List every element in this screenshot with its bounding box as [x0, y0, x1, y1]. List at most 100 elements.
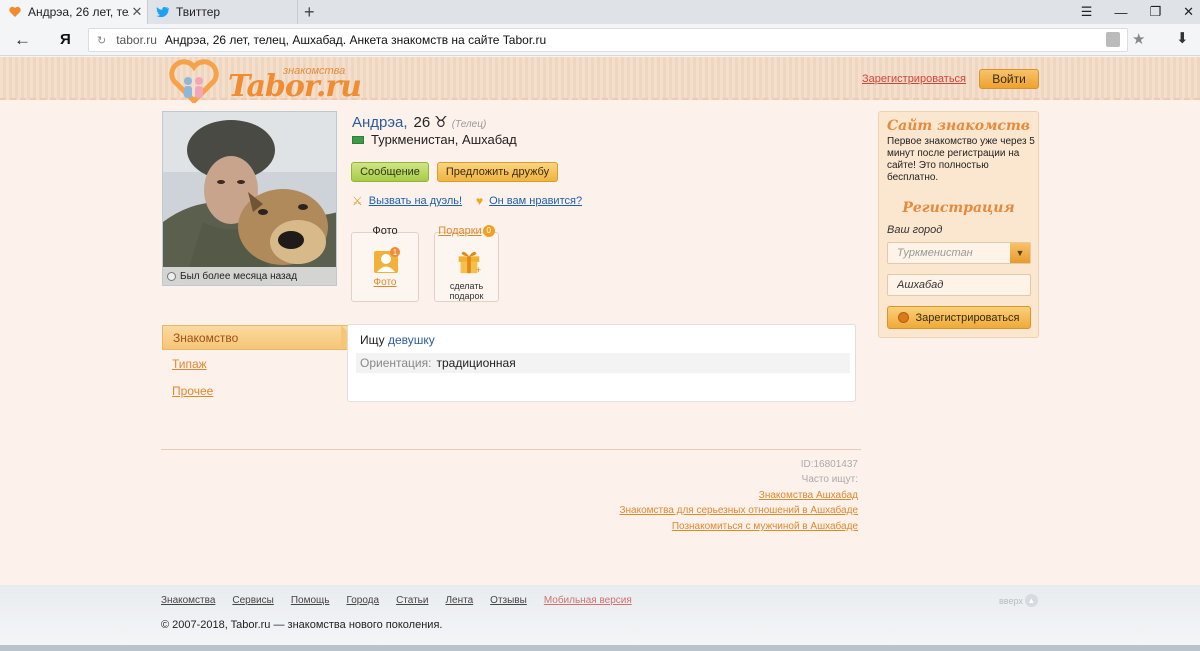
gifts-count-badge: 0 [482, 225, 495, 237]
offer-friendship-button[interactable]: Предложить дружбу [437, 162, 558, 182]
close-tab-icon[interactable]: ✕ [129, 4, 145, 20]
photos-box-header: Фото [352, 225, 418, 237]
seo-link-serious-relations[interactable]: Знакомства для серьезных отношений в Ашх… [619, 505, 858, 516]
reload-icon[interactable]: ↻ [97, 34, 106, 47]
content-divider [161, 449, 861, 450]
profile-age: 26 [413, 114, 431, 131]
login-button[interactable]: Войти [979, 69, 1039, 89]
sidebar-register-button[interactable]: Зарегистрироваться [887, 306, 1031, 329]
footer-link-articles[interactable]: Статьи [396, 595, 428, 606]
download-icon[interactable]: ⬇ [1176, 29, 1189, 47]
last-seen-status: Был более месяца назад [163, 267, 336, 285]
country-select[interactable]: Туркменистан ▼ [887, 242, 1031, 264]
turkmenistan-flag-icon [352, 135, 364, 144]
twitter-bird-icon [156, 5, 170, 19]
site-logo[interactable]: знакомства Tabor.ru [166, 57, 362, 104]
gifts-box[interactable]: Подарки 0 + сделать подарок [434, 225, 499, 302]
profile-name: Андрэа, [352, 114, 408, 131]
tab-acquaintance[interactable]: Знакомство [162, 325, 348, 350]
tab-other[interactable]: Прочее [162, 378, 348, 403]
tabor-heart-icon [8, 5, 22, 19]
register-dot-icon [898, 312, 910, 323]
seo-link-meet-man[interactable]: Познакомиться с мужчиной в Ашхабаде [672, 521, 858, 532]
location-text: Туркменистан, Ашхабад [371, 132, 517, 147]
svg-text:+: + [476, 265, 481, 275]
chevron-down-icon[interactable]: ▼ [1010, 243, 1030, 263]
message-button[interactable]: Сообщение [351, 162, 429, 182]
url-field[interactable]: ↻ tabor.ru Андрэа, 26 лет, телец, Ашхаба… [88, 28, 1128, 52]
tab-content-panel: Ищу девушку Ориентация: традиционная [347, 324, 856, 402]
close-window-icon[interactable]: ✕ [1183, 4, 1194, 20]
browser-tab-bar: Андрэа, 26 лет, телец, Аш ✕ Твиттер + ☰ … [0, 0, 1200, 24]
restore-icon[interactable]: ❐ [1149, 4, 1161, 20]
profile-name-line: Андрэа, 26 ♉ (Телец) [352, 113, 486, 131]
sidebar-title: Сайт знакомств [887, 118, 1030, 134]
seeking-prefix: Ищу [360, 333, 385, 347]
offline-status-icon [167, 271, 176, 281]
new-tab-button[interactable]: + [304, 2, 315, 22]
arrow-up-icon: ▲ [1024, 594, 1038, 607]
registration-title: Регистрация [902, 200, 1015, 216]
profile-photo[interactable]: Был более месяца назад [162, 111, 337, 286]
often-searched-label: Часто ищут: [801, 474, 858, 485]
tab-type[interactable]: Типаж [162, 351, 348, 376]
orientation-label: Ориентация: [360, 356, 432, 370]
footer-link-dating[interactable]: Знакомства [161, 595, 215, 606]
footer-link-reviews[interactable]: Отзывы [490, 595, 527, 606]
url-host: tabor.ru [116, 33, 157, 47]
bookmark-star-icon[interactable]: ★ [1132, 30, 1145, 48]
make-gift-line2: подарок [449, 291, 484, 301]
profile-location: Туркменистан, Ашхабад [352, 132, 517, 147]
header-register-link[interactable]: Зарегистрироваться [862, 73, 966, 85]
browser-tab-active[interactable]: Андрэа, 26 лет, телец, Аш ✕ [0, 0, 148, 24]
lock-icon[interactable] [1106, 32, 1120, 47]
like-action[interactable]: ♥ Он вам нравится? [476, 194, 582, 208]
gifts-box-header[interactable]: Подарки 0 [435, 225, 498, 237]
make-gift-line1: сделать [449, 281, 484, 291]
logo-heart-icon [169, 59, 219, 103]
menu-icon[interactable]: ☰ [1081, 4, 1093, 20]
like-link[interactable]: Он вам нравится? [489, 195, 582, 207]
footer-link-mobile[interactable]: Мобильная версия [544, 595, 632, 606]
photo-user-icon: 1 [374, 247, 400, 273]
seeking-value: девушку [387, 333, 435, 347]
seeking-line: Ищу девушку [360, 333, 435, 347]
city-label: Ваш город [887, 224, 943, 236]
heart-icon: ♥ [476, 194, 484, 208]
photos-box[interactable]: Фото 1 Фото [351, 225, 419, 302]
orientation-row: Ориентация: традиционная [356, 353, 850, 373]
footer-link-help[interactable]: Помощь [291, 595, 330, 606]
city-input[interactable] [887, 274, 1031, 296]
footer-link-services[interactable]: Сервисы [232, 595, 273, 606]
footer-link-cities[interactable]: Города [346, 595, 379, 606]
country-select-value: Туркменистан [897, 247, 973, 259]
duel-link[interactable]: Вызвать на дуэль! [369, 195, 462, 207]
yandex-logo[interactable]: Я [60, 31, 71, 48]
orientation-value: традиционная [436, 356, 516, 370]
sidebar-register-label: Зарегистрироваться [915, 311, 1020, 324]
gifts-box-title[interactable]: Подарки [438, 225, 481, 237]
scroll-up-button[interactable]: вверх ▲ [999, 594, 1038, 607]
seo-link-dating-ashgabat[interactable]: Знакомства Ашхабад [759, 490, 858, 501]
photos-count-badge: 1 [393, 248, 398, 257]
make-gift-link[interactable]: сделать подарок [435, 281, 498, 301]
footer-link-feed[interactable]: Лента [445, 595, 473, 606]
browser-tab-twitter[interactable]: Твиттер [148, 0, 298, 24]
duel-action[interactable]: ⚔ Вызвать на дуэль! [352, 194, 462, 208]
copyright: © 2007-2018, Tabor.ru — знакомства новог… [161, 619, 443, 631]
footer-links: Знакомства Сервисы Помощь Города Статьи … [161, 595, 632, 606]
url-page-title: Андрэа, 26 лет, телец, Ашхабад. Анкета з… [164, 33, 547, 47]
scroll-up-label: вверх [999, 595, 1023, 606]
logo-text: Tabor.ru [228, 69, 362, 104]
sidebar-text: Первое знакомство уже через 5 минут посл… [887, 136, 1035, 183]
address-bar: ← Я ↻ tabor.ru Андрэа, 26 лет, телец, Аш… [0, 24, 1200, 56]
os-taskbar [0, 645, 1200, 651]
photos-box-link[interactable]: Фото [352, 278, 418, 288]
back-arrow-icon[interactable]: ← [14, 30, 31, 50]
minimize-icon[interactable]: — [1114, 5, 1127, 20]
site-footer: Знакомства Сервисы Помощь Города Статьи … [0, 585, 1200, 651]
gift-icon: + [458, 251, 481, 275]
window-controls: ☰ — ❐ ✕ [1081, 0, 1194, 24]
photos-box-title: Фото [372, 225, 398, 237]
browser-tab-title: Андрэа, 26 лет, телец, Аш [28, 5, 129, 19]
